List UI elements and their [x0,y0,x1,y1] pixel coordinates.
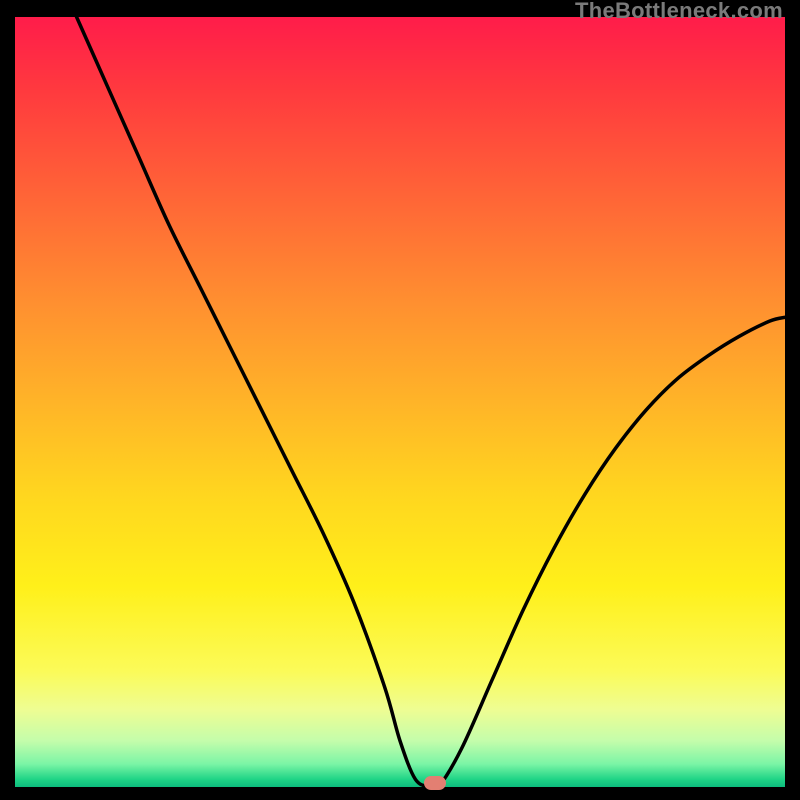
gradient-plot-area [15,17,785,787]
optimal-point-marker [424,776,446,790]
watermark-text: TheBottleneck.com [575,0,783,22]
bottleneck-curve [15,17,785,787]
chart-container: TheBottleneck.com [0,0,800,800]
